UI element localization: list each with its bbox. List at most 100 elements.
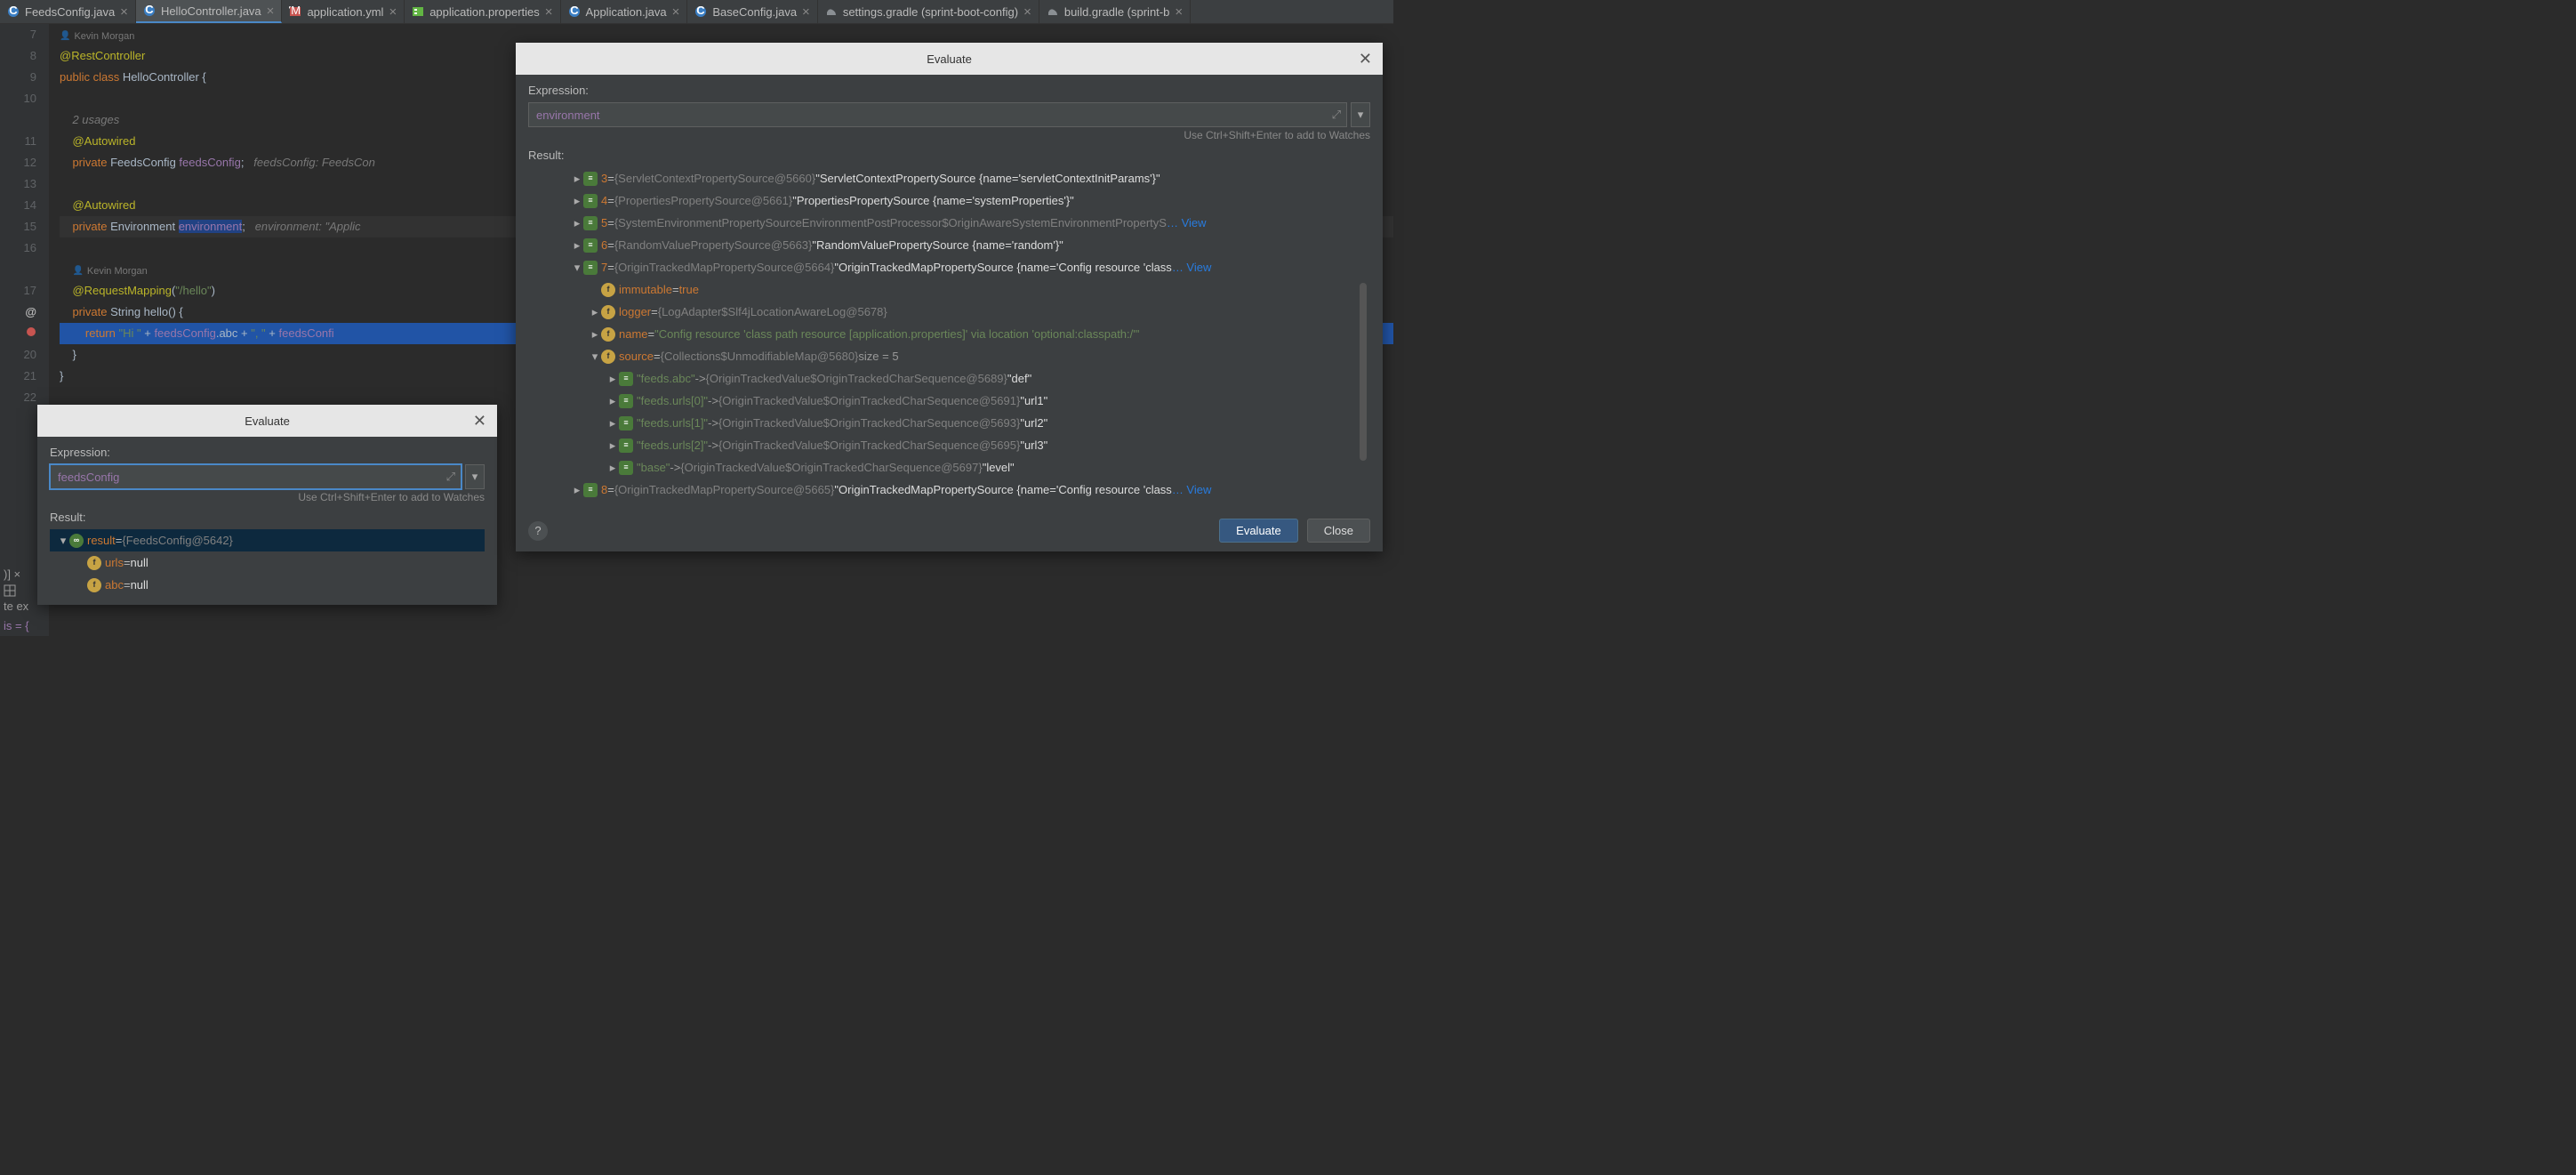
svg-text:C: C — [570, 5, 579, 17]
expression-label: Expression: — [528, 84, 1370, 97]
result-label: Result: — [528, 149, 1370, 162]
editor-tab[interactable]: application.properties× — [405, 0, 560, 23]
result-label: Result: — [50, 511, 485, 524]
expand-arrow-icon[interactable]: ▸ — [571, 479, 583, 501]
expand-icon[interactable]: ⤢ — [1332, 108, 1341, 122]
tree-node[interactable]: ▾fsource = {Collections$UnmodifiableMap@… — [528, 345, 1370, 367]
file-icon — [412, 5, 424, 18]
tree-node[interactable]: ▾∞result = {FeedsConfig@5642} — [50, 529, 485, 551]
tree-node[interactable]: ▸≡6 = {RandomValuePropertySource@5663} "… — [528, 234, 1370, 256]
tree-node[interactable]: ▸≡4 = {PropertiesPropertySource@5661} "P… — [528, 189, 1370, 212]
tree-node[interactable]: ▸≡"base" -> {OriginTrackedValue$OriginTr… — [528, 456, 1370, 479]
bottom-panel-fragment: )] × te ex is = { — [0, 565, 29, 636]
node-type-icon: f — [87, 578, 101, 592]
editor-tab[interactable]: CBaseConfig.java× — [687, 0, 817, 23]
tree-node[interactable]: ▸≡3 = {ServletContextPropertySource@5660… — [528, 167, 1370, 189]
help-button[interactable]: ? — [528, 521, 548, 541]
expand-arrow-icon[interactable]: ▸ — [571, 234, 583, 256]
editor-tab[interactable]: settings.gradle (sprint-boot-config)× — [818, 0, 1039, 23]
tree-node[interactable]: ▸≡"feeds.urls[1]" -> {OriginTrackedValue… — [528, 412, 1370, 434]
file-icon: YML — [289, 5, 301, 18]
file-icon: C — [694, 5, 707, 18]
tree-node[interactable]: fabc = null — [50, 574, 485, 596]
tree-node[interactable]: furls = null — [50, 551, 485, 574]
dialog-titlebar[interactable]: Evaluate ✕ — [37, 405, 497, 437]
tree-node[interactable]: ▸≡5 = {SystemEnvironmentPropertySourceEn… — [528, 212, 1370, 234]
dialog-title-text: Evaluate — [927, 52, 972, 66]
hint-text: Use Ctrl+Shift+Enter to add to Watches — [50, 491, 485, 503]
usages-inlay[interactable]: 2 usages — [72, 113, 119, 126]
tree-node[interactable]: ▸fname = "Config resource 'class path re… — [528, 323, 1370, 345]
result-tree[interactable]: ▾∞result = {FeedsConfig@5642} furls = nu… — [50, 529, 485, 596]
node-type-icon: ≡ — [583, 172, 598, 186]
expand-arrow-icon[interactable]: ▾ — [571, 256, 583, 278]
node-type-icon: ≡ — [619, 416, 633, 431]
history-dropdown[interactable]: ▾ — [1351, 102, 1370, 127]
node-type-icon: f — [601, 305, 615, 319]
node-type-icon: f — [601, 283, 615, 297]
close-tab-icon[interactable]: × — [120, 4, 128, 20]
close-tab-icon[interactable]: × — [802, 4, 810, 20]
expression-input[interactable]: feedsConfig ⤢ — [50, 464, 461, 489]
expand-arrow-icon[interactable]: ▸ — [606, 390, 619, 412]
expand-arrow-icon[interactable]: ▸ — [589, 301, 601, 323]
view-link[interactable]: … View — [1172, 256, 1212, 278]
expand-arrow-icon[interactable]: ▾ — [57, 529, 69, 551]
expand-arrow-icon[interactable]: ▸ — [571, 189, 583, 212]
node-type-icon: ≡ — [619, 439, 633, 453]
dialog-titlebar[interactable]: Evaluate ✕ — [516, 43, 1383, 75]
file-icon — [825, 5, 838, 18]
author-inlay: Kevin Morgan — [72, 261, 147, 282]
tree-node[interactable]: ▾≡7 = {OriginTrackedMapPropertySource@56… — [528, 256, 1370, 278]
node-type-icon: ≡ — [619, 372, 633, 386]
expression-label: Expression: — [50, 446, 485, 459]
expand-icon[interactable]: ⤢ — [446, 470, 455, 484]
node-type-icon: ≡ — [583, 261, 598, 275]
tree-node[interactable]: ▸≡"feeds.urls[2]" -> {OriginTrackedValue… — [528, 434, 1370, 456]
tree-node[interactable]: ▸flogger = {LogAdapter$Slf4jLocationAwar… — [528, 301, 1370, 323]
expand-arrow-icon[interactable]: ▸ — [606, 456, 619, 479]
file-icon: C — [568, 5, 581, 18]
close-tab-icon[interactable]: × — [1175, 4, 1183, 20]
tree-node[interactable]: ▸≡"feeds.urls[0]" -> {OriginTrackedValue… — [528, 390, 1370, 412]
close-tab-icon[interactable]: × — [545, 4, 553, 20]
close-tab-icon[interactable]: × — [672, 4, 680, 20]
editor-tab[interactable]: CApplication.java× — [561, 0, 688, 23]
editor-tab[interactable]: YMLapplication.yml× — [282, 0, 405, 23]
svg-text:C: C — [145, 4, 154, 16]
view-link[interactable]: … View — [1167, 212, 1207, 234]
table-icon[interactable] — [4, 584, 16, 597]
tree-node[interactable]: ▸≡8 = {OriginTrackedMapPropertySource@56… — [528, 479, 1370, 501]
scrollbar[interactable] — [1360, 283, 1367, 461]
tree-node[interactable]: fimmutable = true — [528, 278, 1370, 301]
close-tab-icon[interactable]: × — [267, 4, 275, 19]
close-tab-icon[interactable]: × — [389, 4, 397, 20]
close-icon[interactable]: ✕ — [473, 412, 486, 431]
file-icon: C — [7, 5, 20, 18]
close-tab-icon[interactable]: × — [1023, 4, 1031, 20]
view-link[interactable]: … View — [1172, 479, 1212, 501]
editor-tab[interactable]: CFeedsConfig.java× — [0, 0, 136, 23]
expand-arrow-icon[interactable]: ▾ — [589, 345, 601, 367]
expand-arrow-icon[interactable]: ▸ — [589, 323, 601, 345]
editor-tab[interactable]: CHelloController.java× — [136, 0, 283, 23]
expression-input[interactable]: environment ⤢ — [528, 102, 1347, 127]
node-type-icon: f — [87, 556, 101, 570]
history-dropdown[interactable]: ▾ — [465, 464, 485, 489]
author-inlay: Kevin Morgan — [60, 26, 134, 47]
node-type-icon: ≡ — [583, 238, 598, 253]
expand-arrow-icon[interactable]: ▸ — [606, 412, 619, 434]
evaluate-dialog-small: Evaluate ✕ Expression: feedsConfig ⤢ ▾ U… — [37, 405, 497, 605]
close-icon[interactable]: ✕ — [1359, 50, 1372, 68]
tree-node[interactable]: ▸≡"feeds.abc" -> {OriginTrackedValue$Ori… — [528, 367, 1370, 390]
expand-arrow-icon[interactable]: ▸ — [571, 167, 583, 189]
expand-arrow-icon[interactable]: ▸ — [606, 434, 619, 456]
close-button[interactable]: Close — [1307, 519, 1370, 543]
evaluate-button[interactable]: Evaluate — [1219, 519, 1298, 543]
expand-arrow-icon[interactable]: ▸ — [571, 212, 583, 234]
expand-arrow-icon[interactable]: ▸ — [606, 367, 619, 390]
editor-tab[interactable]: build.gradle (sprint-b× — [1039, 0, 1191, 23]
result-tree[interactable]: ▸≡3 = {ServletContextPropertySource@5660… — [528, 167, 1370, 501]
file-icon — [1047, 5, 1059, 18]
evaluate-dialog-large: Evaluate ✕ Expression: environment ⤢ ▾ U… — [516, 43, 1383, 551]
